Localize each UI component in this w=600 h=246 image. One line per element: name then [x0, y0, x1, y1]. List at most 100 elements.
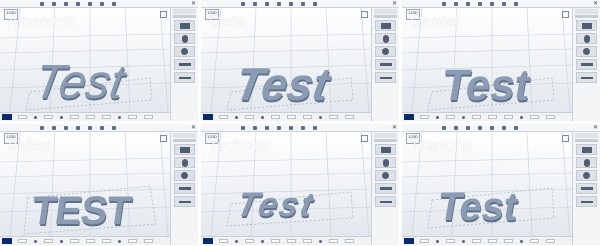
status-field[interactable]	[329, 115, 338, 119]
toolbar-tool-icon[interactable]	[76, 2, 80, 6]
material-swatch[interactable]	[2, 238, 12, 244]
close-icon[interactable]: ✕	[593, 125, 598, 131]
primitive-cylinder-icon[interactable]	[576, 157, 597, 168]
primitive-box-icon[interactable]	[576, 20, 597, 31]
primitive-shape-icon[interactable]	[576, 72, 597, 83]
material-swatch[interactable]	[203, 238, 213, 244]
primitive-sphere-icon[interactable]	[174, 46, 195, 57]
close-icon[interactable]: ✕	[392, 1, 397, 7]
primitive-sphere-icon[interactable]	[576, 46, 597, 57]
toolbar-tool-icon[interactable]	[289, 126, 293, 130]
status-field[interactable]	[546, 115, 555, 119]
primitive-box-icon[interactable]	[174, 20, 195, 31]
toolbar-tool-icon[interactable]	[490, 126, 494, 130]
toolbar-tool-icon[interactable]	[478, 126, 482, 130]
toolbar-tool-icon[interactable]	[265, 126, 269, 130]
close-icon[interactable]: ✕	[593, 1, 598, 7]
status-field[interactable]	[86, 115, 95, 119]
status-field[interactable]	[44, 239, 53, 243]
status-control-icon[interactable]	[34, 116, 37, 119]
toolbar-tool-icon[interactable]	[52, 2, 56, 6]
primitive-box-icon[interactable]	[375, 20, 396, 31]
material-swatch[interactable]	[404, 238, 414, 244]
primitive-cylinder-icon[interactable]	[174, 33, 195, 44]
primitive-shape-icon[interactable]	[174, 183, 195, 194]
status-field[interactable]	[546, 239, 555, 243]
toolbar-tool-icon[interactable]	[253, 2, 257, 6]
toolbar-tool-icon[interactable]	[454, 2, 458, 6]
toolbar-tool-icon[interactable]	[442, 2, 446, 6]
toolbar-tool-icon[interactable]	[442, 126, 446, 130]
toolbar-tool-icon[interactable]	[514, 2, 518, 6]
toolbar-tool-icon[interactable]	[76, 126, 80, 130]
status-field[interactable]	[102, 239, 111, 243]
viewport-canvas[interactable]: Techniqu Test Test	[201, 132, 371, 236]
toolbar-tool-icon[interactable]	[88, 2, 92, 6]
toolbar-tool-icon[interactable]	[265, 2, 269, 6]
status-control-icon[interactable]	[118, 116, 121, 119]
primitive-shape-icon[interactable]	[174, 59, 195, 70]
primitive-sphere-icon[interactable]	[375, 46, 396, 57]
status-field[interactable]	[530, 239, 539, 243]
status-control-icon[interactable]	[520, 116, 523, 119]
primitive-cylinder-icon[interactable]	[375, 33, 396, 44]
viewport-canvas[interactable]: Amaranth Test Test	[0, 8, 170, 112]
status-field[interactable]	[488, 115, 497, 119]
primitive-cylinder-icon[interactable]	[576, 33, 597, 44]
sidebar-section[interactable]	[374, 139, 397, 142]
primitive-sphere-icon[interactable]	[375, 170, 396, 181]
primitive-box-icon[interactable]	[576, 144, 597, 155]
status-field[interactable]	[287, 239, 296, 243]
status-control-icon[interactable]	[261, 116, 264, 119]
status-field[interactable]	[86, 239, 95, 243]
primitive-shape-icon[interactable]	[174, 196, 195, 207]
material-swatch[interactable]	[203, 114, 213, 120]
primitive-sphere-icon[interactable]	[174, 170, 195, 181]
toolbar-tool-icon[interactable]	[277, 2, 281, 6]
status-control-icon[interactable]	[34, 240, 37, 243]
status-field[interactable]	[345, 239, 354, 243]
primitive-shape-icon[interactable]	[375, 59, 396, 70]
status-field[interactable]	[530, 115, 539, 119]
status-field[interactable]	[18, 115, 27, 119]
close-icon[interactable]: ✕	[392, 125, 397, 131]
toolbar-tool-icon[interactable]	[112, 2, 116, 6]
toolbar-tool-icon[interactable]	[100, 2, 104, 6]
primitive-box-icon[interactable]	[174, 144, 195, 155]
toolbar-tool-icon[interactable]	[502, 126, 506, 130]
toolbar-tool-icon[interactable]	[40, 126, 44, 130]
status-field[interactable]	[144, 115, 153, 119]
toolbar-tool-icon[interactable]	[88, 126, 92, 130]
status-control-icon[interactable]	[235, 240, 238, 243]
status-field[interactable]	[504, 115, 513, 119]
close-icon[interactable]: ✕	[191, 125, 196, 131]
primitive-shape-icon[interactable]	[576, 196, 597, 207]
status-field[interactable]	[287, 115, 296, 119]
primitive-shape-icon[interactable]	[174, 72, 195, 83]
status-control-icon[interactable]	[462, 240, 465, 243]
toolbar-tool-icon[interactable]	[454, 126, 458, 130]
toolbar-tool-icon[interactable]	[478, 2, 482, 6]
toolbar-tool-icon[interactable]	[253, 126, 257, 130]
status-field[interactable]	[128, 239, 137, 243]
status-field[interactable]	[44, 115, 53, 119]
close-icon[interactable]: ✕	[191, 1, 196, 7]
toolbar-tool-icon[interactable]	[277, 126, 281, 130]
status-field[interactable]	[271, 115, 280, 119]
toolbar-tool-icon[interactable]	[289, 2, 293, 6]
status-field[interactable]	[446, 115, 455, 119]
status-field[interactable]	[420, 239, 429, 243]
toolbar-tool-icon[interactable]	[64, 126, 68, 130]
status-control-icon[interactable]	[520, 240, 523, 243]
status-control-icon[interactable]	[462, 116, 465, 119]
status-field[interactable]	[303, 115, 312, 119]
status-field[interactable]	[472, 239, 481, 243]
status-control-icon[interactable]	[261, 240, 264, 243]
status-field[interactable]	[219, 239, 228, 243]
toolbar-tool-icon[interactable]	[52, 126, 56, 130]
primitive-shape-icon[interactable]	[576, 59, 597, 70]
status-field[interactable]	[245, 115, 254, 119]
primitive-shape-icon[interactable]	[576, 183, 597, 194]
toolbar-tool-icon[interactable]	[112, 126, 116, 130]
status-field[interactable]	[271, 239, 280, 243]
